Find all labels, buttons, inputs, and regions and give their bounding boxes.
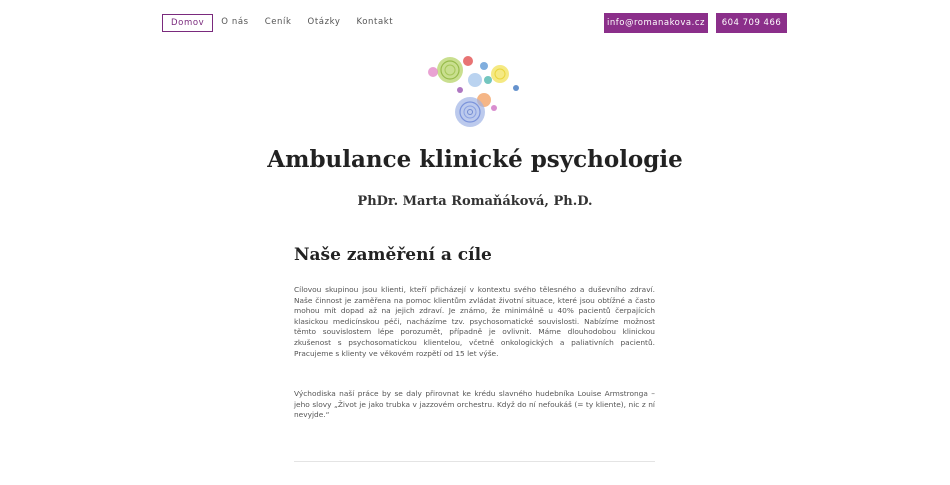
divider <box>294 461 655 462</box>
page-title: Ambulance klinické psychologie <box>267 146 683 173</box>
page-subtitle: PhDr. Marta Romaňáková, Ph.D. <box>357 194 593 209</box>
nav-item-o-nas[interactable]: O nás <box>213 13 256 32</box>
email-button[interactable]: info@romanakova.cz <box>604 13 708 33</box>
paragraph-target-group: Cílovou skupinou jsou klienti, kteří při… <box>294 285 655 358</box>
main-nav: Domov O nás Ceník Otázky Kontakt <box>162 13 401 32</box>
nav-item-cenik[interactable]: Ceník <box>257 13 300 32</box>
paragraph-motto: Východiska naší práce by se daly přirovn… <box>294 389 655 420</box>
logo-icon <box>428 56 519 127</box>
phone-button[interactable]: 604 709 466 <box>716 13 787 33</box>
section-title: Naše zaměření a cíle <box>294 245 492 265</box>
nav-item-domov[interactable]: Domov <box>162 13 214 32</box>
nav-item-otazky[interactable]: Otázky <box>300 13 349 32</box>
nav-item-kontakt[interactable]: Kontakt <box>348 13 401 32</box>
